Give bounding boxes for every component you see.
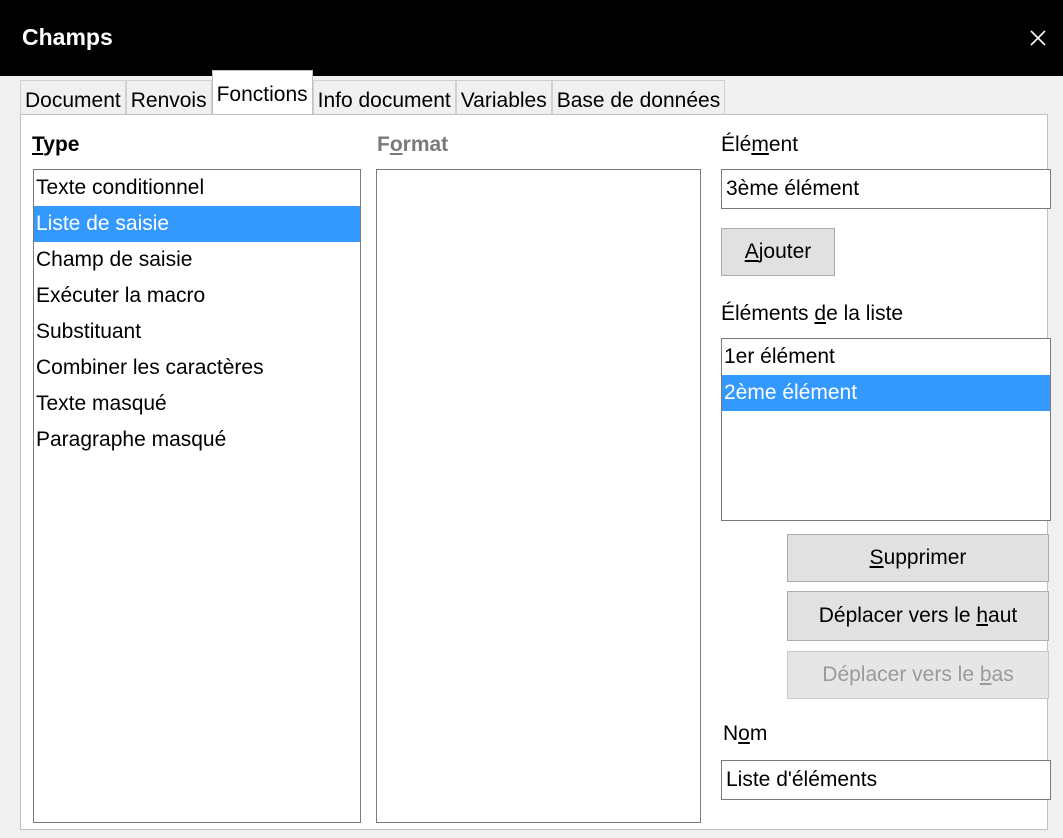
title-bar[interactable]: Champs [0, 0, 1063, 76]
tab-info-document[interactable]: Info document [312, 80, 456, 117]
format-label: Format [377, 133, 449, 156]
type-item-texte-masque[interactable]: Texte masqué [34, 386, 360, 422]
close-icon [1030, 30, 1046, 46]
fonctions-panel: Type Texte conditionnel Liste de saisie … [20, 114, 1051, 830]
champs-dialog: Champs Document Renvois Fonctions Info d… [0, 0, 1063, 838]
tab-renvois[interactable]: Renvois [125, 80, 212, 117]
list-item-1er-element[interactable]: 1er élément [722, 339, 1050, 375]
type-item-combiner-les-caracteres[interactable]: Combiner les caractères [34, 350, 360, 386]
format-list[interactable] [376, 169, 701, 823]
close-button[interactable] [1013, 0, 1063, 76]
tab-base-de-donnees[interactable]: Base de données [551, 80, 726, 117]
move-up-button[interactable]: Déplacer vers le h aut [787, 591, 1049, 641]
add-button[interactable]: Ajouter [721, 228, 835, 276]
list-items-label: Éléments de la liste [721, 302, 904, 325]
name-input[interactable]: Liste d'éléments [721, 760, 1051, 800]
type-item-executer-la-macro[interactable]: Exécuter la macro [34, 278, 360, 314]
type-item-champ-de-saisie[interactable]: Champ de saisie [34, 242, 360, 278]
tab-bar: Document Renvois Fonctions Info document… [20, 70, 726, 117]
move-down-button[interactable]: Déplacer vers le b as [787, 651, 1049, 699]
element-label: Élément [721, 133, 799, 156]
type-list[interactable]: Texte conditionnel Liste de saisie Champ… [33, 169, 361, 823]
tab-document[interactable]: Document [20, 80, 126, 117]
name-label: Nom [723, 722, 768, 745]
element-input[interactable]: 3ème élément [721, 169, 1051, 209]
type-item-liste-de-saisie[interactable]: Liste de saisie [34, 206, 360, 242]
tab-variables[interactable]: Variables [455, 80, 552, 117]
tab-fonctions[interactable]: Fonctions [211, 70, 313, 114]
dialog-title: Champs [22, 24, 113, 50]
type-item-substituant[interactable]: Substituant [34, 314, 360, 350]
list-items-list[interactable]: 1er élément 2ème élément [721, 338, 1051, 521]
remove-button[interactable]: Supprimer [787, 534, 1049, 582]
type-label: Type [32, 133, 80, 156]
type-item-texte-conditionnel[interactable]: Texte conditionnel [34, 170, 360, 206]
type-item-paragraphe-masque[interactable]: Paragraphe masqué [34, 422, 360, 458]
list-item-2eme-element[interactable]: 2ème élément [722, 375, 1050, 411]
